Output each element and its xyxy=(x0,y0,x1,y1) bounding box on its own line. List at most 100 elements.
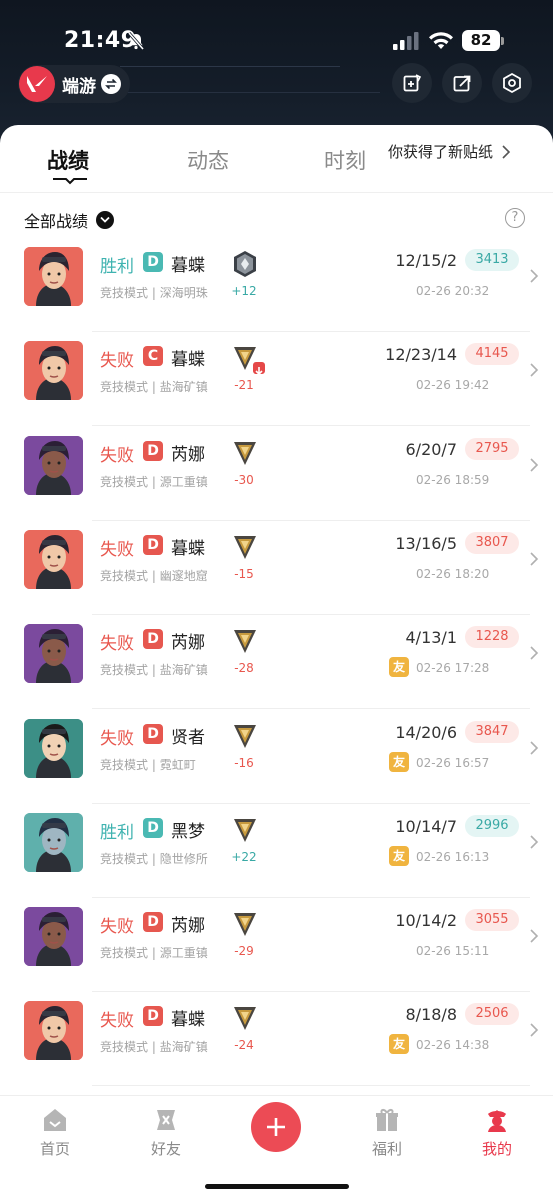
kda: 10/14/7 xyxy=(395,816,457,836)
match-time: 02-26 17:28 xyxy=(416,661,490,676)
kda: 12/15/2 xyxy=(395,251,457,270)
add-button[interactable] xyxy=(251,1102,301,1152)
gold-rank-icon xyxy=(232,816,258,844)
map-name: 盐海矿镇 xyxy=(159,1040,208,1055)
chevron-right-icon xyxy=(530,269,539,283)
match-time: 02-26 16:57 xyxy=(416,755,490,770)
sticker-edit-icon xyxy=(403,74,422,92)
match-time: 02-26 16:13 xyxy=(416,849,490,864)
chevron-right-icon xyxy=(530,458,539,472)
tab-records[interactable]: 战绩 xyxy=(47,145,89,175)
nav-profile-label: 我的 xyxy=(481,1140,512,1158)
mode-map-line: 竞技模式 | 幽邃地窟 xyxy=(100,568,208,583)
nav-home-label: 首页 xyxy=(39,1140,70,1158)
map-name: 幽邃地窟 xyxy=(159,568,208,583)
match-row[interactable]: 失败 D 芮娜 竞技模式 | 盐海矿镇 -28 4/13/1 1228 友 02… xyxy=(0,615,553,710)
agent-avatar xyxy=(24,907,83,967)
match-row[interactable]: 失败 D 芮娜 竞技模式 | 源工重镇 -29 10/14/2 3055 02-… xyxy=(0,898,553,993)
performance-grade-badge: D xyxy=(143,252,163,272)
rank-point-change: -30 xyxy=(234,472,254,487)
match-row[interactable]: 胜利 D 暮蝶 竞技模式 | 深海明珠 +12 12/15/2 3413 02-… xyxy=(0,238,553,332)
chevron-right-icon xyxy=(530,929,539,943)
match-row[interactable]: 失败 D 暮蝶 竞技模式 | 盐海矿镇 -24 8/18/8 2506 友 02… xyxy=(0,992,553,1087)
rank-down-icon xyxy=(253,362,265,376)
match-result: 失败 xyxy=(100,917,134,938)
active-tab-indicator xyxy=(53,178,87,185)
combat-score-badge: 3055 xyxy=(465,909,519,932)
bell-muted-icon xyxy=(127,31,145,51)
friends-icon xyxy=(157,1110,175,1130)
nav-friends-label: 好友 xyxy=(150,1140,181,1158)
kda: 8/18/8 xyxy=(405,1005,458,1025)
share-button[interactable] xyxy=(442,63,482,103)
game-switcher[interactable]: 端游 xyxy=(18,65,130,103)
match-result: 失败 xyxy=(100,445,134,466)
help-icon[interactable]: ? xyxy=(505,208,525,228)
plus-icon xyxy=(267,1118,285,1136)
new-sticker-notice[interactable]: 你获得了新贴纸 xyxy=(388,141,511,162)
agent-name: 暮蝶 xyxy=(171,1010,205,1031)
match-result: 胜利 xyxy=(100,822,134,843)
records-sheet: 战绩 动态 时刻 你获得了新贴纸 全部战绩 ? 胜利 D 暮蝶 竞技模式 | 深… xyxy=(0,125,553,1100)
sticker-edit-button[interactable] xyxy=(392,63,432,103)
nav-benefits[interactable]: 福利 xyxy=(347,1106,427,1159)
tab-moments[interactable]: 时刻 xyxy=(324,145,366,175)
swap-icon xyxy=(101,74,121,94)
records-filter[interactable]: 全部战绩 xyxy=(24,208,115,232)
kda: 13/16/5 xyxy=(395,533,457,553)
nav-benefits-label: 福利 xyxy=(371,1140,402,1158)
gold-rank-icon xyxy=(232,1004,258,1032)
nav-home[interactable]: 首页 xyxy=(15,1106,95,1159)
rank-point-change: -29 xyxy=(234,944,254,959)
match-time: 02-26 14:38 xyxy=(416,1038,490,1053)
agent-name: 暮蝶 xyxy=(171,256,205,276)
kda: 10/14/2 xyxy=(395,911,457,931)
gold-rank-icon xyxy=(232,439,258,467)
game-mode: 竞技模式 xyxy=(100,286,149,300)
friend-badge: 友 xyxy=(389,751,409,772)
kda: 12/23/14 xyxy=(385,345,457,365)
battery-tip xyxy=(501,37,504,45)
game-mode: 竞技模式 xyxy=(100,851,149,866)
kda: 6/20/7 xyxy=(405,439,458,459)
agent-name: 黑梦 xyxy=(171,821,205,842)
wifi-icon xyxy=(429,32,453,49)
agent-name: 贤者 xyxy=(171,727,205,748)
performance-grade-badge: D xyxy=(143,723,163,744)
profile-icon xyxy=(488,1110,506,1132)
performance-grade-badge: D xyxy=(143,1006,163,1027)
mode-map-line: 竞技模式 | 盐海矿镇 xyxy=(100,1040,208,1055)
mode-map-line: 竞技模式 | 源工重镇 xyxy=(100,946,208,961)
rank-point-change: +12 xyxy=(231,284,257,298)
mode-map-line: 竞技模式 | 深海明珠 xyxy=(100,286,208,300)
tab-activity[interactable]: 动态 xyxy=(187,145,229,175)
match-row[interactable]: 失败 C 暮蝶 竞技模式 | 盐海矿镇 -21 12/23/14 4145 02… xyxy=(0,332,553,427)
performance-grade-badge: D xyxy=(143,912,163,933)
rank-point-change: -21 xyxy=(234,378,254,393)
match-row[interactable]: 失败 D 芮娜 竞技模式 | 源工重镇 -30 6/20/7 2795 02-2… xyxy=(0,427,553,521)
performance-grade-badge: D xyxy=(143,629,163,650)
game-mode: 竞技模式 xyxy=(100,663,149,678)
map-name: 源工重镇 xyxy=(159,474,208,489)
nav-profile[interactable]: 我的 xyxy=(457,1106,537,1159)
agent-name: 芮娜 xyxy=(171,444,205,465)
chevron-right-icon xyxy=(530,740,539,755)
gift-icon xyxy=(376,1109,398,1131)
match-row[interactable]: 胜利 D 黑梦 竞技模式 | 隐世修所 +22 10/14/7 2996 友 0… xyxy=(0,804,553,898)
chevron-right-icon xyxy=(530,835,539,849)
home-icon xyxy=(44,1109,66,1131)
share-icon xyxy=(453,75,471,92)
gold-rank-icon xyxy=(232,627,258,655)
settings-button[interactable] xyxy=(492,63,532,103)
home-indicator xyxy=(205,1184,349,1189)
combat-score-badge: 1228 xyxy=(465,626,519,649)
nav-friends[interactable]: 好友 xyxy=(126,1106,206,1159)
mode-map-line: 竞技模式 | 盐海矿镇 xyxy=(100,663,208,678)
match-row[interactable]: 失败 D 贤者 竞技模式 | 霓虹町 -16 14/20/6 3847 友 02… xyxy=(0,710,553,804)
cellular-signal-icon xyxy=(393,32,419,50)
rank-point-change: -15 xyxy=(234,566,254,581)
battery-level: 82 xyxy=(462,30,500,51)
match-row[interactable]: 失败 D 暮蝶 竞技模式 | 幽邃地窟 -15 13/16/5 3807 02-… xyxy=(0,521,553,615)
agent-avatar xyxy=(24,247,83,306)
game-mode: 竞技模式 xyxy=(100,1040,149,1055)
